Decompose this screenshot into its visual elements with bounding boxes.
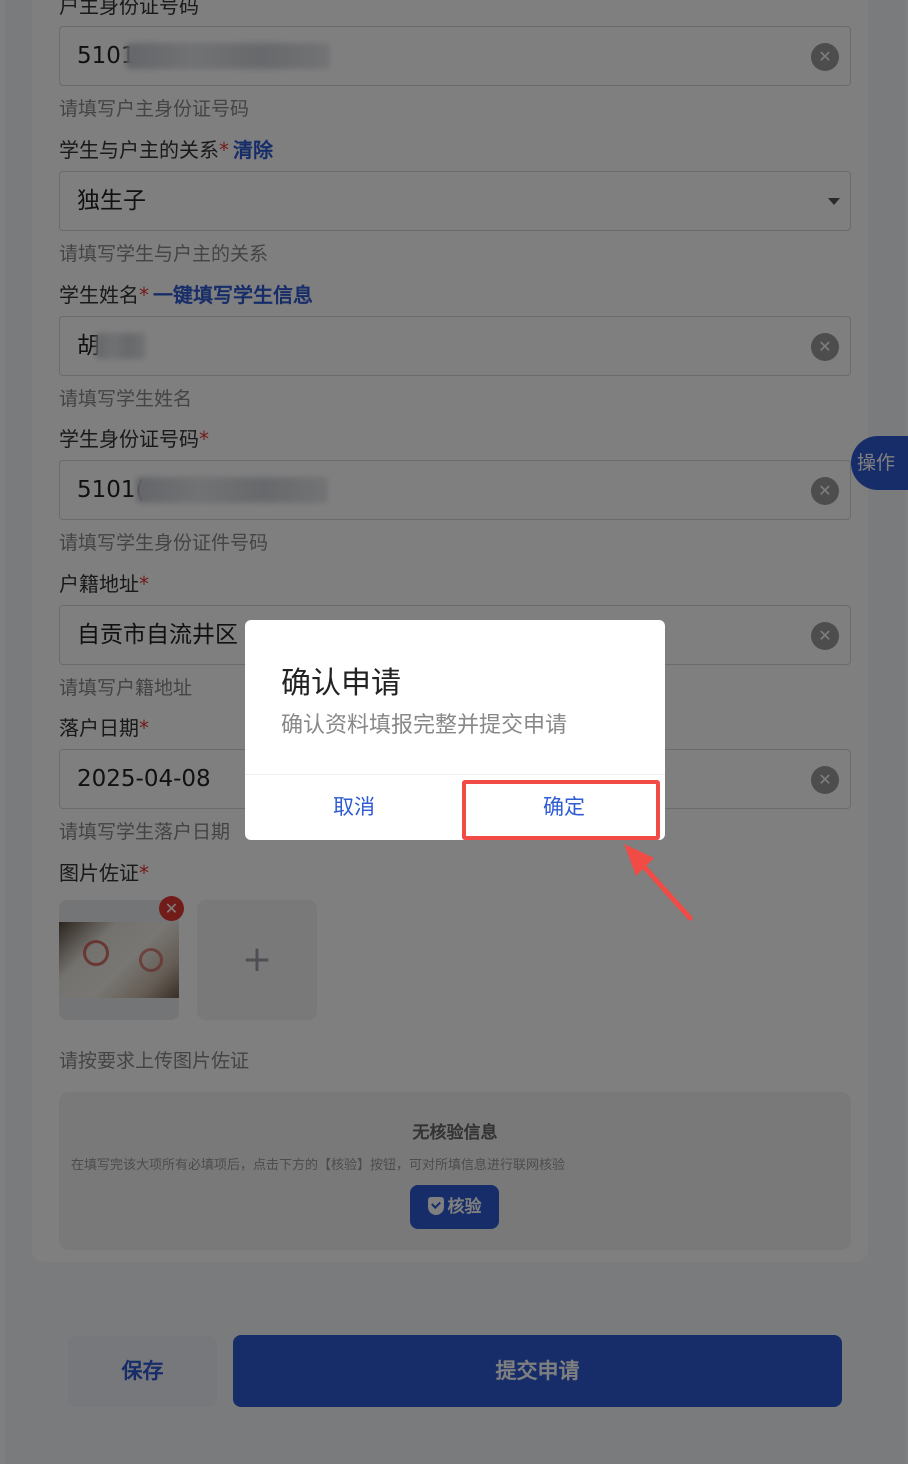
dialog-message: 确认资料填报完整并提交申请 xyxy=(281,713,568,738)
dialog-title: 确认申请 xyxy=(281,666,401,701)
dialog-cancel-button[interactable]: 取消 xyxy=(245,775,463,840)
highlight-annotation xyxy=(462,780,660,840)
arrow-annotation-icon xyxy=(624,844,693,921)
